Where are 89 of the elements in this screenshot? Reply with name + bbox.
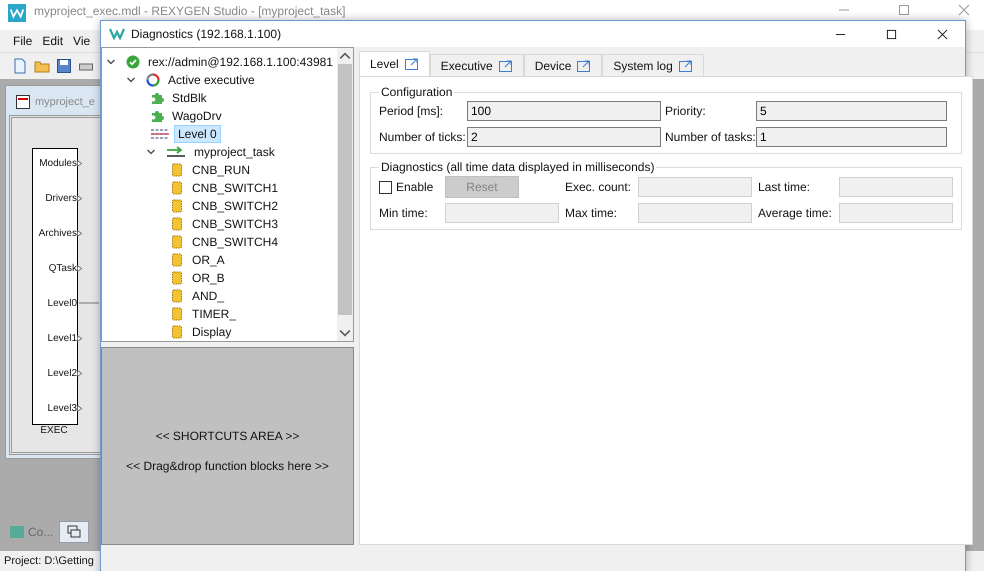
port-label: Level1	[48, 332, 77, 344]
tree-item[interactable]: CNB_RUN	[188, 161, 254, 179]
windows-icon[interactable]	[59, 521, 90, 543]
tree-item[interactable]: rex://admin@192.168.1.100:43981	[144, 53, 337, 71]
document-title: myproject_e	[35, 96, 95, 108]
tab[interactable]: System log	[602, 54, 704, 76]
chevron-icon[interactable]	[126, 75, 136, 85]
tree-item[interactable]: AND_	[188, 287, 228, 305]
field-label: Priority:	[664, 104, 707, 118]
block-icon	[170, 307, 184, 321]
tree-item[interactable]: CNB_SWITCH4	[188, 233, 282, 251]
port-label: Modules	[39, 158, 77, 168]
field-label: Number of ticks:	[378, 130, 463, 144]
block-icon	[170, 271, 184, 285]
shortcuts-hint: << SHORTCUTS AREA >>	[156, 428, 300, 443]
input-field[interactable]: 5	[756, 101, 947, 121]
pop-out-icon[interactable]	[577, 60, 592, 72]
input-field[interactable]: 1	[756, 127, 947, 147]
app-logo-icon	[109, 26, 125, 42]
app-logo-icon	[8, 4, 26, 22]
tab[interactable]: Level	[358, 51, 430, 76]
input-field[interactable]	[838, 203, 953, 223]
close-icon[interactable]	[937, 28, 948, 40]
block-name: EXEC	[39, 425, 69, 436]
tab[interactable]: Device	[524, 54, 602, 76]
input-field[interactable]	[838, 177, 953, 197]
input-field[interactable]: 2	[466, 127, 661, 147]
field-label: Average time:	[758, 206, 833, 220]
document-icon	[15, 94, 31, 110]
chevron-icon[interactable]	[106, 57, 116, 67]
shortcuts-hint: << Drag&drop function blocks here >>	[126, 458, 329, 473]
tree-item[interactable]: Active executive	[164, 71, 259, 89]
maximize-icon[interactable]	[886, 28, 897, 40]
block-icon	[170, 181, 184, 195]
input-field[interactable]: 100	[466, 101, 661, 121]
tree-item[interactable]: OR_A	[188, 251, 229, 269]
dialog-title: Diagnostics (192.168.1.100)	[131, 27, 282, 41]
port-label: Drivers	[45, 192, 77, 204]
checkbox-label: Enable	[396, 180, 434, 194]
checkbox[interactable]	[378, 180, 392, 194]
save-icon[interactable]	[56, 58, 72, 74]
check-circle-icon	[126, 55, 140, 69]
input-field[interactable]	[444, 203, 559, 223]
field-label: Exec. count:	[564, 180, 632, 194]
status-text: Project: D:\Getting	[4, 555, 94, 567]
port-label: Archives	[38, 228, 77, 238]
menu-item[interactable]: Vie	[68, 34, 96, 48]
block-icon	[170, 235, 184, 249]
puzzle-icon	[150, 109, 164, 123]
pop-out-icon[interactable]	[404, 58, 419, 70]
pop-out-icon[interactable]	[498, 60, 513, 72]
new-file-icon[interactable]	[12, 58, 28, 74]
menu-item[interactable]: Edit	[37, 34, 68, 48]
tree-item[interactable]: OR_B	[188, 269, 229, 287]
tree-item[interactable]: Display	[188, 323, 236, 341]
tree-item[interactable]: Level 0	[174, 125, 221, 143]
input-field[interactable]	[638, 177, 752, 197]
block-icon	[170, 253, 184, 267]
tab[interactable]: Executive	[430, 54, 524, 76]
block-icon	[170, 289, 184, 303]
tree-item[interactable]: CNB_SWITCH1	[188, 179, 282, 197]
chevron-icon[interactable]	[146, 147, 156, 157]
tree-item[interactable]: StdBlk	[168, 89, 211, 107]
pop-out-icon[interactable]	[678, 60, 693, 72]
field-label: Min time:	[378, 206, 429, 220]
port-label: Level0	[48, 298, 77, 308]
tree-item[interactable]: TIMER_	[188, 305, 240, 323]
block-icon	[170, 199, 184, 213]
scrollbar[interactable]	[336, 48, 353, 341]
field-label: Period [ms]:	[378, 104, 444, 118]
block-icon	[170, 325, 184, 339]
window-title: myproject_exec.mdl - REXYGEN Studio - [myproject_task]	[34, 4, 346, 18]
puzzle-icon	[150, 91, 164, 105]
group-title: Diagnostics (all time data displayed in milliseconds)	[380, 160, 656, 174]
menu-item[interactable]: File	[8, 34, 38, 48]
port-label: QTask	[48, 262, 77, 274]
input-field[interactable]	[638, 203, 752, 223]
field-label: Max time:	[564, 206, 618, 220]
block-icon	[170, 163, 184, 177]
port-label: Level2	[48, 368, 77, 378]
tree-item[interactable]: WagoDrv	[168, 107, 226, 125]
group-title: Configuration	[380, 85, 454, 99]
port-label: Level3	[48, 402, 77, 414]
block-icon	[170, 217, 184, 231]
field-label: Last time:	[758, 180, 812, 194]
tree-item[interactable]: myproject_task	[190, 143, 279, 161]
tree-item[interactable]: CNB_SWITCH2	[188, 197, 282, 215]
tree-item[interactable]: CNB_SWITCH3	[188, 215, 282, 233]
arrow-right-icon	[166, 145, 186, 159]
